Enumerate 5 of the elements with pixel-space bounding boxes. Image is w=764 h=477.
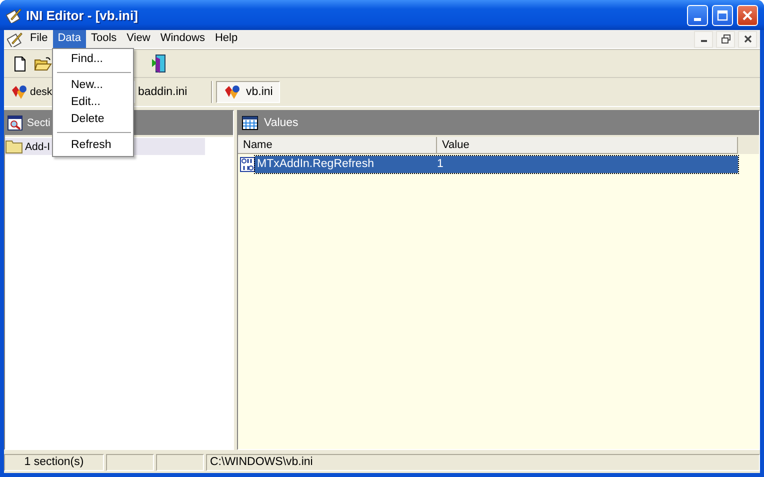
status-path: C:\WINDOWS\vb.ini [206,454,760,471]
panel-title: Secti [27,117,50,129]
status-text: 1 section(s) [4,454,104,471]
panel-title: Values [264,117,298,129]
window-title: INI Editor - [vb.ini] [26,8,139,22]
